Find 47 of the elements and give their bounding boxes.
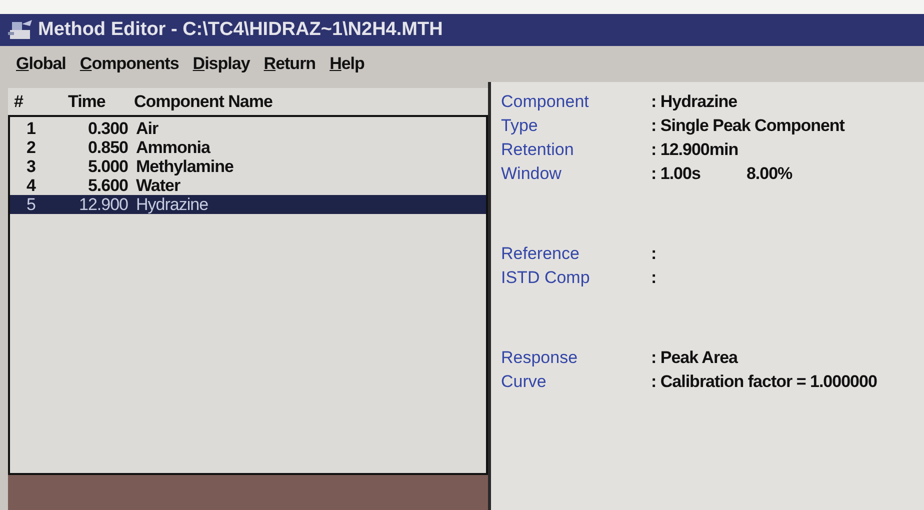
field-value: : Calibration factor = 1.000000	[651, 372, 878, 392]
menu-item[interactable]: Display	[192, 54, 250, 74]
table-cell-text: Methylamine	[136, 157, 234, 177]
menu-item[interactable]: Help	[330, 54, 364, 74]
menu-item[interactable]: Return	[264, 54, 316, 74]
list-row[interactable]: 3 5.000 Methylamine	[10, 157, 486, 176]
table-cell-text: 5	[26, 195, 36, 215]
field-value: : Hydrazine	[651, 92, 738, 112]
field-label: Retention	[501, 140, 575, 160]
table-cell-text: Hydrazine	[136, 195, 210, 215]
table-cell-text: 0.850	[86, 138, 129, 158]
table-cell-text: Ammonia	[136, 138, 212, 158]
table-cell-text: 5.000	[86, 157, 129, 177]
field-label: Response	[501, 348, 579, 368]
field-value: : Peak Area	[651, 348, 739, 368]
column-header: Component Name	[134, 92, 274, 112]
table-cell-text: 0.300	[86, 119, 129, 139]
field-label: Curve	[501, 372, 548, 392]
field-label: Window	[501, 164, 562, 184]
field-label: Component	[501, 92, 590, 112]
window-title: Method Editor - C:\TC4\HIDRAZ~1\N2H4.MTH	[38, 19, 443, 41]
field-value: 8.00%	[746, 164, 794, 184]
table-cell-text: 2	[26, 138, 36, 158]
table-cell-text: 4	[26, 176, 37, 196]
table-cell-text: 12.900	[78, 195, 129, 215]
column-header: #	[14, 92, 24, 112]
table-cell-text: 3	[26, 157, 36, 177]
menu-item[interactable]: Components	[80, 54, 179, 74]
field-label: Reference	[501, 244, 580, 264]
app-icon	[8, 18, 34, 42]
field-value: : 12.900min	[651, 140, 740, 160]
list-row[interactable]: 1 0.300 Air	[10, 119, 486, 138]
list-row[interactable]: 5 12.900 Hydrazine	[10, 195, 486, 214]
menu-item[interactable]: Global	[16, 54, 66, 74]
field-label: ISTD Comp	[501, 268, 591, 288]
table-cell-text: 5.600	[86, 176, 129, 196]
table-cell-text: 1	[26, 119, 36, 139]
field-value: :	[651, 244, 658, 264]
field-label: Type	[501, 116, 539, 136]
list-row[interactable]: 2 0.850 Ammonia	[10, 138, 486, 157]
field-value: : 1.00s	[651, 164, 700, 184]
table-cell-text: Water	[136, 176, 182, 196]
field-value: : Single Peak Component	[651, 116, 846, 136]
column-header: Time	[67, 92, 106, 112]
list-row[interactable]: 4 5.600 Water	[10, 176, 486, 195]
field-value: :	[651, 268, 658, 288]
table-cell-text: Air	[136, 119, 160, 139]
